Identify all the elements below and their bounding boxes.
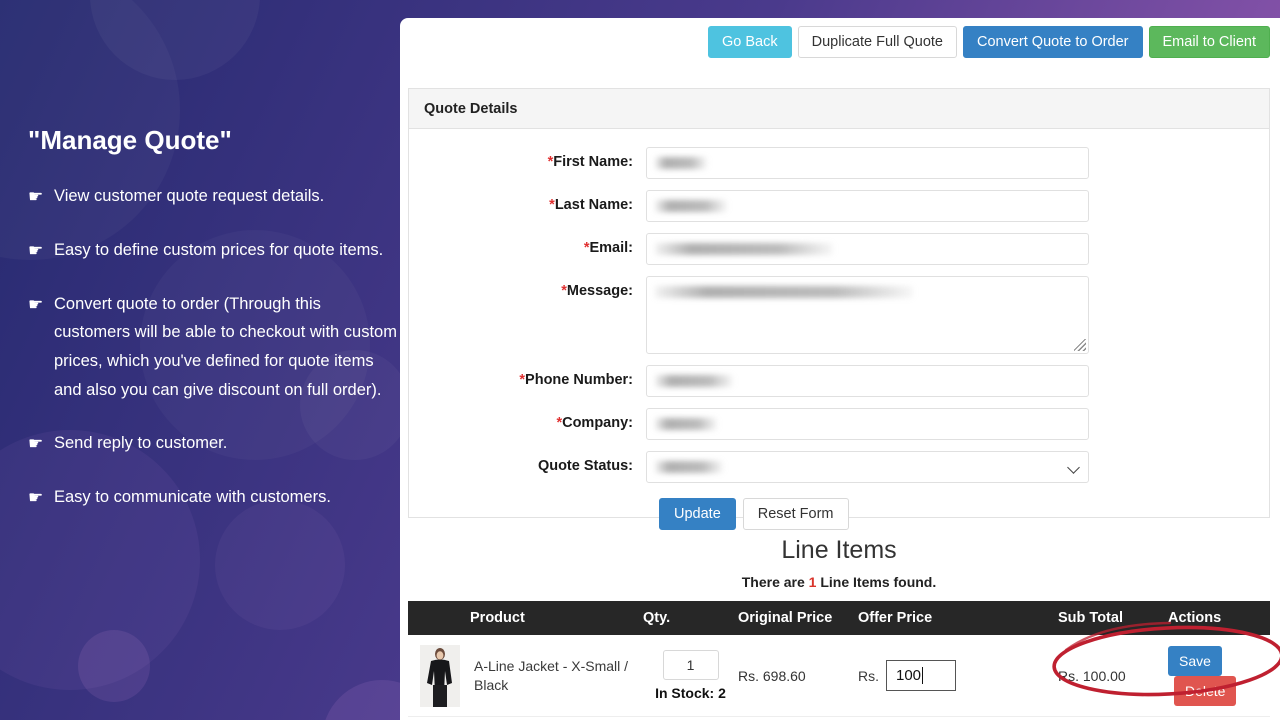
phone-number-label: *Phone Number: bbox=[409, 365, 646, 388]
update-button[interactable]: Update bbox=[659, 498, 736, 530]
pointing-hand-icon: ☛ bbox=[28, 483, 54, 513]
count-prefix: There are bbox=[742, 574, 809, 590]
quote-status-label: Quote Status: bbox=[409, 451, 646, 474]
promo-bullet-text: View customer quote request details. bbox=[54, 182, 398, 211]
cell-qty: 1 In Stock: 2 bbox=[643, 650, 738, 701]
form-row-email: *Email: bbox=[409, 233, 1269, 265]
pointing-hand-icon: ☛ bbox=[28, 290, 54, 320]
offer-price-value: 100 bbox=[896, 667, 921, 684]
promo-bullet: ☛ Convert quote to order (Through this c… bbox=[28, 290, 398, 406]
resize-handle-icon[interactable] bbox=[1074, 339, 1086, 351]
app-panel: Go Back Duplicate Full Quote Convert Quo… bbox=[400, 18, 1280, 720]
offer-price-input[interactable]: 100 bbox=[886, 660, 956, 691]
column-header-qty: Qty. bbox=[643, 610, 738, 626]
promo-bullet: ☛ Send reply to customer. bbox=[28, 429, 398, 459]
form-row-last-name: *Last Name: bbox=[409, 190, 1269, 222]
form-action-buttons: Update Reset Form bbox=[409, 498, 1269, 530]
form-row-message: *Message: bbox=[409, 276, 1269, 354]
email-to-client-button[interactable]: Email to Client bbox=[1149, 26, 1270, 58]
label-text: Message: bbox=[567, 283, 633, 299]
column-header-product: Product bbox=[408, 610, 643, 626]
table-header-row: Product Qty. Original Price Offer Price … bbox=[408, 601, 1270, 635]
label-text: First Name: bbox=[553, 154, 633, 170]
message-label: *Message: bbox=[409, 276, 646, 299]
stock-label: In Stock: 2 bbox=[643, 685, 738, 701]
pointing-hand-icon: ☛ bbox=[28, 429, 54, 459]
form-row-first-name: *First Name: bbox=[409, 147, 1269, 179]
first-name-label: *First Name: bbox=[409, 147, 646, 170]
label-text: Last Name: bbox=[555, 197, 633, 213]
reset-form-button[interactable]: Reset Form bbox=[743, 498, 849, 530]
last-name-input[interactable] bbox=[646, 190, 1089, 222]
last-name-label: *Last Name: bbox=[409, 190, 646, 213]
redacted-value bbox=[655, 418, 717, 430]
save-line-item-button[interactable]: Save bbox=[1168, 646, 1222, 676]
product-name: A-Line Jacket - X-Small / Black bbox=[460, 657, 643, 695]
duplicate-full-quote-button[interactable]: Duplicate Full Quote bbox=[798, 26, 957, 58]
chevron-down-icon bbox=[1067, 461, 1080, 474]
cell-actions: Save Delete bbox=[1168, 646, 1270, 706]
label-text: Phone Number: bbox=[525, 372, 633, 388]
cell-sub-total: Rs. 100.00 bbox=[1058, 668, 1168, 684]
redacted-value bbox=[655, 200, 727, 212]
form-row-company: *Company: bbox=[409, 408, 1269, 440]
go-back-button[interactable]: Go Back bbox=[708, 26, 792, 58]
qty-input[interactable]: 1 bbox=[663, 650, 719, 680]
email-input[interactable] bbox=[646, 233, 1089, 265]
quote-status-select[interactable] bbox=[646, 451, 1089, 483]
label-text: Company: bbox=[562, 415, 633, 431]
email-label: *Email: bbox=[409, 233, 646, 256]
pointing-hand-icon: ☛ bbox=[28, 182, 54, 212]
column-header-actions: Actions bbox=[1168, 610, 1270, 626]
promo-bullet-text: Convert quote to order (Through this cus… bbox=[54, 290, 398, 406]
company-input[interactable] bbox=[646, 408, 1089, 440]
quote-details-header: Quote Details bbox=[409, 89, 1269, 129]
convert-quote-to-order-button[interactable]: Convert Quote to Order bbox=[963, 26, 1143, 58]
promo-panel: "Manage Quote" ☛ View customer quote req… bbox=[28, 125, 398, 537]
promo-title: "Manage Quote" bbox=[28, 125, 398, 156]
redacted-value bbox=[655, 461, 723, 473]
quote-details-card: Quote Details *First Name: *Last Name: bbox=[408, 88, 1270, 518]
form-row-phone-number: *Phone Number: bbox=[409, 365, 1269, 397]
promo-bullet: ☛ View customer quote request details. bbox=[28, 182, 398, 212]
cell-product: A-Line Jacket - X-Small / Black bbox=[408, 645, 643, 707]
form-row-quote-status: Quote Status: bbox=[409, 451, 1269, 483]
delete-line-item-button[interactable]: Delete bbox=[1174, 676, 1236, 706]
promo-bullet-text: Send reply to customer. bbox=[54, 429, 398, 458]
first-name-input[interactable] bbox=[646, 147, 1089, 179]
quote-details-form: *First Name: *Last Name: *Email: bbox=[409, 129, 1269, 530]
line-items-heading: Line Items bbox=[408, 536, 1270, 565]
promo-bullet-text: Easy to define custom prices for quote i… bbox=[54, 236, 398, 265]
column-header-original-price: Original Price bbox=[738, 610, 858, 626]
label-text: Email: bbox=[589, 240, 633, 256]
column-header-offer-price: Offer Price bbox=[858, 610, 1058, 626]
count-suffix: Line Items found. bbox=[816, 574, 936, 590]
cell-offer-price: Rs. 100 bbox=[858, 660, 1058, 691]
promo-bullet: ☛ Easy to communicate with customers. bbox=[28, 483, 398, 513]
text-cursor bbox=[922, 667, 923, 684]
line-items-table: Product Qty. Original Price Offer Price … bbox=[408, 601, 1270, 717]
quote-action-toolbar: Go Back Duplicate Full Quote Convert Quo… bbox=[400, 18, 1280, 66]
promo-bullet: ☛ Easy to define custom prices for quote… bbox=[28, 236, 398, 266]
phone-number-input[interactable] bbox=[646, 365, 1089, 397]
table-row: A-Line Jacket - X-Small / Black 1 In Sto… bbox=[408, 635, 1270, 717]
column-header-sub-total: Sub Total bbox=[1058, 610, 1168, 626]
cell-original-price: Rs. 698.60 bbox=[738, 668, 858, 684]
company-label: *Company: bbox=[409, 408, 646, 431]
offer-currency-label: Rs. bbox=[858, 668, 879, 684]
redacted-value bbox=[655, 157, 707, 169]
line-items-count-text: There are 1 Line Items found. bbox=[408, 574, 1270, 590]
promo-bullet-text: Easy to communicate with customers. bbox=[54, 483, 398, 512]
redacted-value bbox=[655, 286, 913, 298]
redacted-value bbox=[655, 375, 733, 387]
pointing-hand-icon: ☛ bbox=[28, 236, 54, 266]
bokeh-circle bbox=[78, 630, 150, 702]
message-textarea[interactable] bbox=[646, 276, 1089, 354]
redacted-value bbox=[655, 243, 833, 255]
product-thumbnail[interactable] bbox=[420, 645, 460, 707]
